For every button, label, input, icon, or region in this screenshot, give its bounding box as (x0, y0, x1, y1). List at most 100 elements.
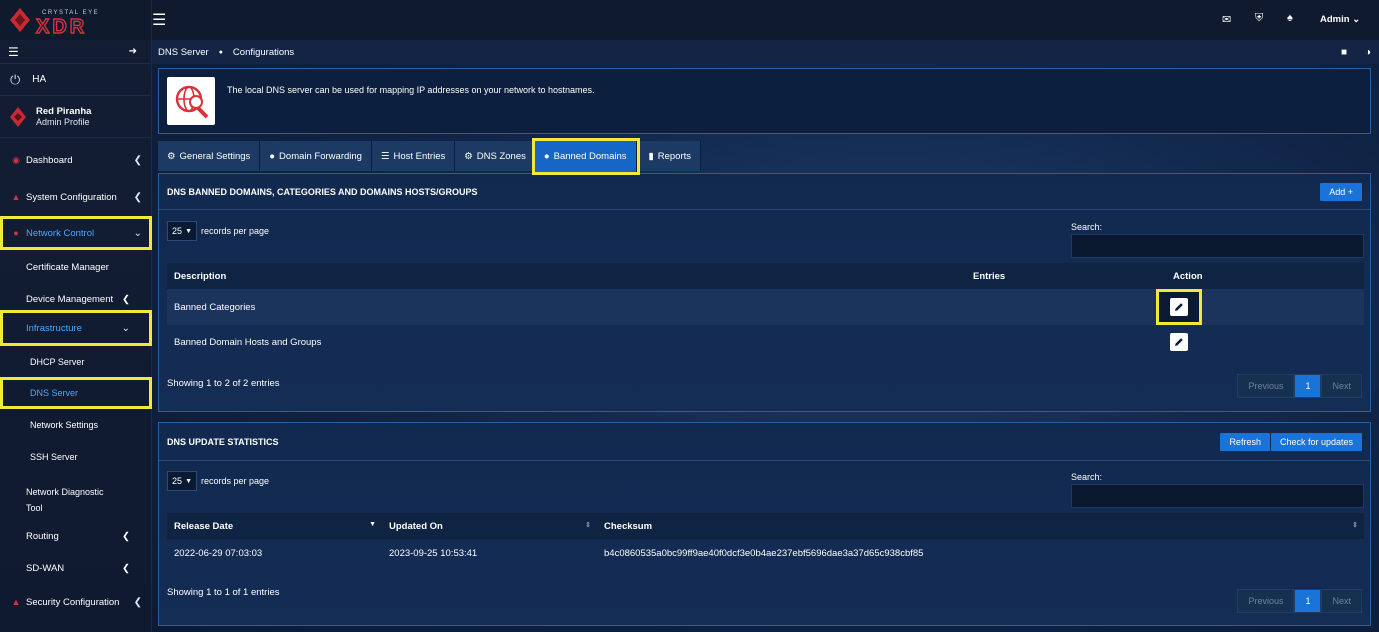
sidebar-item-network-control[interactable]: ● Network Control ⌄ (0, 216, 152, 250)
brand-logo[interactable]: CRYSTAL EYE XDR (0, 0, 151, 40)
top-navbar: ☰ ✉ ⛨ ♠ Admin ⌄ (152, 0, 1379, 40)
column-header-description[interactable]: Description (167, 263, 966, 289)
bell-icon[interactable]: ♠ (1287, 12, 1293, 24)
theme-toggle-icon[interactable]: ◑ (1365, 47, 1371, 58)
sort-icon: ⇕ (1352, 521, 1358, 529)
caret-down-icon: ▼ (185, 227, 192, 235)
user-profile[interactable]: Red Piranha Admin Profile (0, 96, 151, 138)
sidebar-item-network-diagnostic-tool[interactable]: Network Diagnostic Tool (26, 484, 104, 516)
main-content: The local DNS server can be used for map… (152, 64, 1379, 632)
bookmark-icon[interactable]: ■ (1341, 47, 1347, 58)
tab-bar: ⚙ General Settings ● Domain Forwarding ☰… (158, 138, 702, 175)
column-header-release-date[interactable]: Release Date ▼ (167, 513, 382, 539)
chevron-down-icon: ⌄ (133, 227, 142, 239)
check-for-updates-button[interactable]: Check for updates (1270, 432, 1362, 451)
ha-status[interactable]: ⏻ HA (0, 64, 151, 96)
sidebar-item-label: Network Diagnostic (26, 487, 104, 497)
pencil-icon[interactable] (1170, 333, 1188, 351)
row-description: Banned Domain Hosts and Groups (174, 336, 322, 348)
sidebar-item-dhcp-server[interactable]: DHCP Server (30, 357, 84, 367)
logout-icon[interactable]: ➜ (129, 46, 137, 57)
pager-page[interactable]: 1 (1294, 374, 1322, 398)
sidebar-item-dns-server[interactable]: DNS Server (0, 377, 152, 409)
search-input[interactable] (1071, 484, 1364, 508)
shield-icon[interactable]: ⛨ (1255, 12, 1263, 25)
row-description: Banned Categories (167, 289, 966, 325)
list-icon[interactable]: ☰ (8, 45, 19, 59)
breadcrumb-parent[interactable]: DNS Server (158, 47, 209, 58)
sidebar-item-label: DNS Server (30, 388, 79, 398)
banned-domains-panel: DNS BANNED DOMAINS, CATEGORIES AND DOMAI… (158, 173, 1371, 412)
column-header-action: Action (1166, 263, 1364, 289)
globe-icon: ● (13, 228, 19, 238)
column-label: Checksum (604, 520, 653, 532)
tab-reports[interactable]: ▮ Reports (639, 141, 702, 171)
row-entries (966, 289, 1166, 325)
admin-menu[interactable]: Admin ⌄ (1320, 14, 1360, 25)
table-row: Banned Domain Hosts and Groups (167, 325, 1364, 359)
globe-icon: ● (543, 151, 550, 162)
pager-next[interactable]: Next (1321, 374, 1362, 398)
chevron-left-icon: ❮ (122, 563, 130, 574)
column-label: Updated On (389, 520, 443, 532)
sidebar: CRYSTAL EYE XDR ☰ ➜ ⏻ HA Red Piranha Adm… (0, 0, 152, 632)
sidebar-item-ssh-server[interactable]: SSH Server (30, 452, 78, 462)
chevron-down-icon: ⌄ (121, 322, 130, 334)
sidebar-item-device-management[interactable]: Device Management ❮ (26, 294, 130, 305)
tab-label: Host Entries (393, 150, 446, 162)
row-checksum: b4c0860535a0bc99ff9ae40f0dcf3e0b4ae237eb… (604, 547, 924, 559)
info-text: The local DNS server can be used for map… (227, 85, 595, 95)
tab-label: Reports (657, 150, 692, 162)
tab-host-entries[interactable]: ☰ Host Entries (371, 141, 456, 171)
admin-label: Admin (1320, 14, 1350, 25)
breadcrumb: DNS Server ● Configurations ■ ◑ (152, 40, 1379, 64)
sidebar-item-sd-wan[interactable]: SD-WAN ❮ (26, 563, 136, 574)
dashboard-icon: ◉ (12, 154, 20, 165)
breadcrumb-current: Configurations (232, 46, 295, 58)
info-banner: The local DNS server can be used for map… (158, 68, 1371, 134)
select-value: 25 (172, 226, 183, 236)
sidebar-item-routing[interactable]: Routing ❮ (26, 531, 136, 542)
menu-toggle-icon[interactable]: ☰ (152, 10, 166, 30)
search-input[interactable] (1071, 234, 1364, 258)
table-row: Banned Categories (167, 289, 1364, 325)
sidebar-item-dashboard[interactable]: ◉ Dashboard ❮ (0, 145, 152, 175)
refresh-button[interactable]: Refresh (1220, 432, 1270, 451)
pager-next[interactable]: Next (1321, 589, 1362, 613)
tab-label: Banned Domains (553, 151, 627, 162)
search-label: Search: (1071, 222, 1103, 232)
sidebar-item-security-configuration[interactable]: ▲ Security Configuration ❮ (0, 587, 152, 617)
dns-update-statistics-panel: DNS UPDATE STATISTICS Refresh Check for … (158, 422, 1371, 626)
edit-button[interactable] (1159, 292, 1199, 322)
sort-desc-icon: ▼ (369, 520, 376, 528)
sidebar-item-label: SD-WAN (26, 563, 65, 574)
ha-label: HA (32, 74, 47, 85)
chevron-left-icon: ❮ (133, 596, 142, 608)
records-per-page-select[interactable]: 25 ▼ (167, 471, 197, 491)
pagination: Previous 1 Next (1237, 374, 1362, 398)
sidebar-item-system-configuration[interactable]: ▲ System Configuration ❮ (0, 182, 152, 212)
tab-dns-zones[interactable]: ⚙ DNS Zones (455, 141, 536, 171)
tab-label: DNS Zones (476, 150, 526, 162)
sidebar-item-network-settings[interactable]: Network Settings (30, 420, 98, 430)
add-button[interactable]: Add + (1320, 182, 1362, 201)
pager-previous[interactable]: Previous (1237, 374, 1295, 398)
sidebar-item-certificate-manager[interactable]: Certificate Manager (26, 262, 109, 273)
tab-general-settings[interactable]: ⚙ General Settings (158, 141, 261, 171)
edit-highlight (1156, 289, 1202, 325)
sidebar-item-infrastructure[interactable]: Infrastructure ⌄ (0, 310, 152, 346)
profile-role: Admin Profile (36, 117, 90, 127)
mail-icon[interactable]: ✉ (1222, 13, 1231, 26)
column-header-updated-on[interactable]: Updated On ⇕ (382, 513, 597, 539)
bar-chart-icon: ▮ (648, 150, 654, 162)
pager-page[interactable]: 1 (1294, 589, 1322, 613)
pager-previous[interactable]: Previous (1237, 589, 1295, 613)
power-icon: ⏻ (10, 71, 21, 87)
tab-domain-forwarding[interactable]: ● Domain Forwarding (260, 141, 372, 171)
column-header-checksum[interactable]: Checksum ⇕ (597, 513, 1364, 539)
column-header-entries[interactable]: Entries (966, 263, 1166, 289)
records-per-page-select[interactable]: 25 ▼ (167, 221, 197, 241)
pencil-icon (1170, 298, 1188, 316)
tab-banned-domains[interactable]: ● Banned Domains (534, 141, 637, 172)
gears-icon: ⚙ (167, 150, 176, 162)
